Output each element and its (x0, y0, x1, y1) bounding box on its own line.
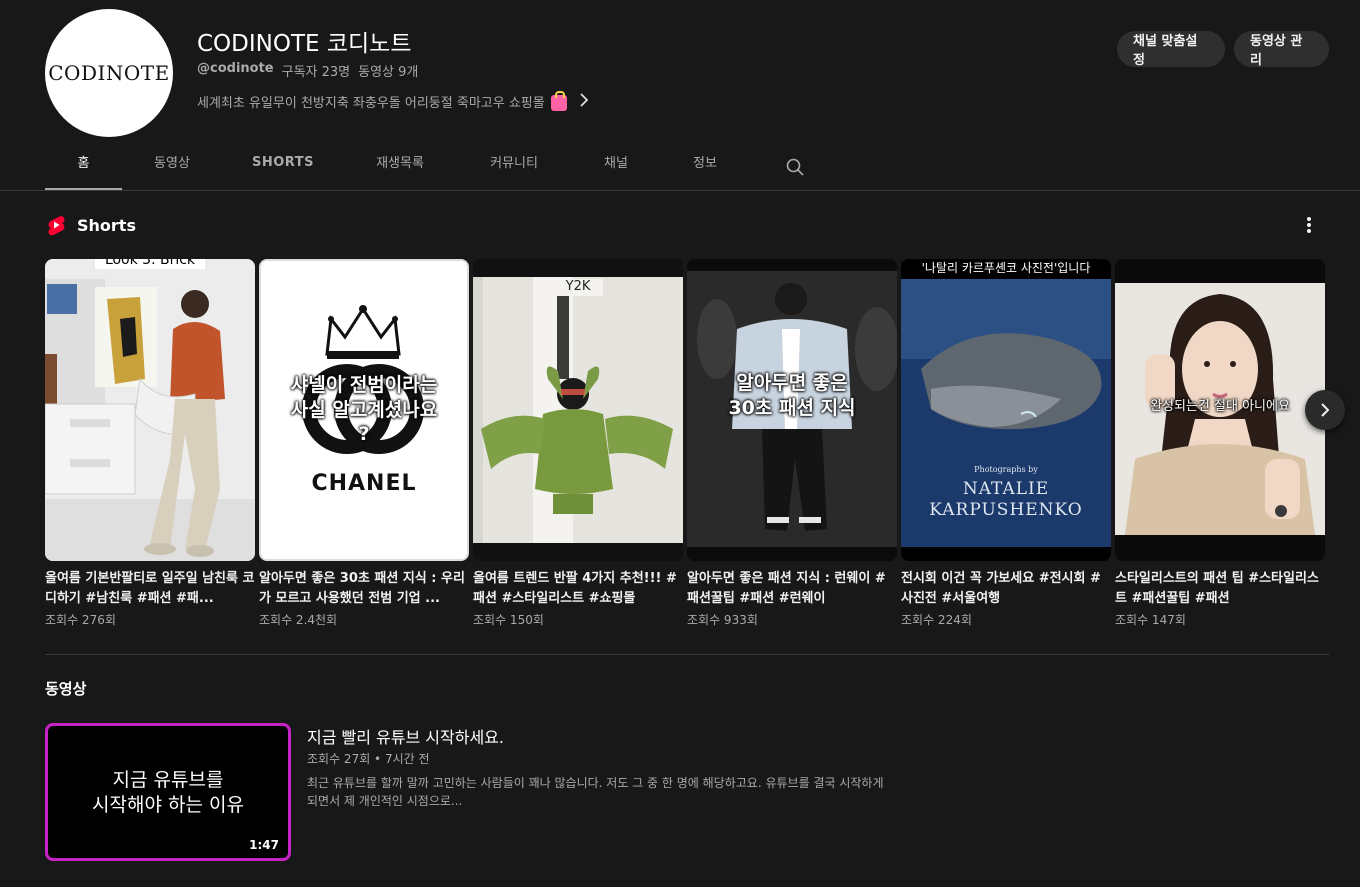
short-overlay-text: 완성되는건 절대 아니에요 (1150, 399, 1290, 414)
video-title[interactable]: 지금 빨리 유튜브 시작하세요. (307, 724, 504, 748)
video-thumbnail-text-line2: 시작해야 하는 이유 (92, 794, 244, 816)
short-thumbnail[interactable]: 샤넬이 전범이라는 사실 알고계셨나요 ? CHANEL (259, 259, 469, 561)
shopping-bag-icon (550, 90, 567, 111)
shorts-logo-icon (45, 214, 67, 236)
tab-about[interactable]: 정보 (660, 138, 750, 184)
tab-playlists[interactable]: 재생목록 (344, 138, 456, 184)
channel-description-text: 세계최초 유일무이 천방지축 좌충우돌 어리둥절 죽마고우 쇼핑몰 (197, 96, 545, 111)
video-thumbnail[interactable]: 지금 유튜브를 시작해야 하는 이유 1:47 (45, 723, 291, 861)
short-title[interactable]: 스타일리스트의 패션 팁 #스타일리스트 #패션꿀팁 #패션 (1115, 569, 1325, 609)
short-caption-small: Photographs by (974, 465, 1038, 474)
short-overlay-text: Look 3. Brick (95, 259, 205, 270)
video-description: 최근 유튜브를 할까 말까 고민하는 사람들이 꽤나 많습니다. 저도 그 중 … (307, 776, 884, 808)
customize-channel-button[interactable]: 채널 맞춤설정 (1117, 31, 1225, 68)
search-icon[interactable] (786, 158, 804, 176)
short-views: 조회수 150회 (473, 613, 544, 627)
channel-title: CODINOTE 코디노트 (197, 31, 412, 57)
channel-handle: @codinote (197, 61, 274, 76)
short-overlay-text: '나탈리 카르푸셴코 사진전'입니다 (901, 261, 1111, 277)
short-views: 조회수 224회 (901, 613, 972, 627)
short-views: 조회수 276회 (45, 613, 116, 627)
short-thumbnail[interactable]: 알아두면 좋은 30초 패션 지식 (687, 259, 897, 561)
video-meta: 조회수 27회 • 7시간 전 (307, 752, 430, 766)
short-overlay-text: 샤넬이 전범이라는 사실 알고계셨나요 ? (290, 374, 438, 446)
short-item[interactable]: '나탈리 카르푸셴코 사진전'입니다 Photographs by NATALI… (901, 259, 1111, 628)
video-thumbnail-text-line1: 지금 유튜브를 (112, 769, 224, 791)
more-options-icon[interactable] (1300, 215, 1318, 235)
tab-shorts[interactable]: SHORTS (222, 139, 344, 185)
tab-channels[interactable]: 채널 (572, 138, 660, 184)
short-thumbnail[interactable]: 완성되는건 절대 아니에요 (1115, 259, 1325, 561)
short-views: 조회수 147회 (1115, 613, 1186, 627)
channel-meta: @codinote 구독자 23명 동영상 9개 (197, 61, 418, 80)
avatar-logo-text: CODINOTE (48, 61, 170, 85)
tab-videos[interactable]: 동영상 (122, 138, 222, 184)
short-item[interactable]: 완성되는건 절대 아니에요 스타일리스트의 패션 팁 #스타일리스트 #패션꿀팁… (1115, 259, 1325, 628)
video-duration: 1:47 (245, 837, 283, 853)
short-thumbnail[interactable]: '나탈리 카르푸셴코 사진전'입니다 Photographs by NATALI… (901, 259, 1111, 561)
channel-avatar[interactable]: CODINOTE (45, 9, 173, 137)
short-title[interactable]: 올여름 트렌드 반팔 4가지 추천!!! #패션 #스타일리스트 #쇼핑몰 (473, 569, 683, 609)
short-thumbnail[interactable]: Look 3. Brick (45, 259, 255, 561)
short-title[interactable]: 알아두면 좋은 30초 패션 지식 : 우리가 모르고 사용했던 전범 기업 .… (259, 569, 469, 609)
channel-tabs: 홈 동영상 SHORTS 재생목록 커뮤니티 채널 정보 (45, 145, 750, 191)
shorts-shelf: Look 3. Brick 올여름 기본반팔티로 일주일 남친룩 코디하기 #남… (45, 259, 1329, 639)
video-count: 동영상 9개 (358, 65, 419, 80)
short-overlay-text: Y2K (553, 279, 603, 296)
tabs-divider (0, 190, 1360, 191)
short-views: 조회수 933회 (687, 613, 758, 627)
shorts-section-title: Shorts (77, 215, 136, 235)
short-item[interactable]: Look 3. Brick 올여름 기본반팔티로 일주일 남친룩 코디하기 #남… (45, 259, 255, 628)
chevron-right-icon (579, 92, 589, 111)
tab-community[interactable]: 커뮤니티 (456, 138, 572, 184)
subscriber-count: 구독자 23명 (281, 65, 351, 80)
short-title[interactable]: 전시회 이건 꼭 가보세요 #전시회 #사진전 #서울여행 (901, 569, 1111, 609)
section-divider (45, 654, 1329, 655)
next-arrow-icon[interactable] (1305, 390, 1345, 430)
short-item[interactable]: 알아두면 좋은 30초 패션 지식 알아두면 좋은 패션 지식 : 런웨이 #패… (687, 259, 897, 628)
short-item[interactable]: Y2K 올여름 트렌드 반팔 4가지 추천!!! #패션 #스타일리스트 #쇼핑… (473, 259, 683, 628)
channel-header: CODINOTE CODINOTE 코디노트 @codinote 구독자 23명… (0, 0, 1360, 140)
short-caption-name: NATALIE KARPUSHENKO (929, 479, 1083, 520)
video-thumbnail-text: 지금 유튜브를 시작해야 하는 이유 (48, 768, 288, 818)
short-title[interactable]: 올여름 기본반팔티로 일주일 남친룩 코디하기 #남친룩 #패션 #패... (45, 569, 255, 609)
short-thumbnail[interactable]: Y2K (473, 259, 683, 561)
short-brand-text: CHANEL (311, 471, 417, 496)
short-views: 조회수 2.4천회 (259, 613, 338, 627)
short-overlay-text: 알아두면 좋은 30초 패션 지식 (728, 372, 856, 419)
channel-description[interactable]: 세계최초 유일무이 천방지축 좌충우돌 어리둥절 죽마고우 쇼핑몰 (197, 90, 589, 111)
videos-section-title: 동영상 (45, 680, 87, 698)
shorts-section-header: Shorts (45, 214, 136, 236)
tab-home[interactable]: 홈 (45, 138, 122, 191)
short-item[interactable]: 샤넬이 전범이라는 사실 알고계셨나요 ? CHANEL 알아두면 좋은 30초… (259, 259, 469, 628)
manage-videos-button[interactable]: 동영상 관리 (1234, 31, 1329, 68)
short-title[interactable]: 알아두면 좋은 패션 지식 : 런웨이 #패션꿀팁 #패션 #런웨이 (687, 569, 897, 609)
